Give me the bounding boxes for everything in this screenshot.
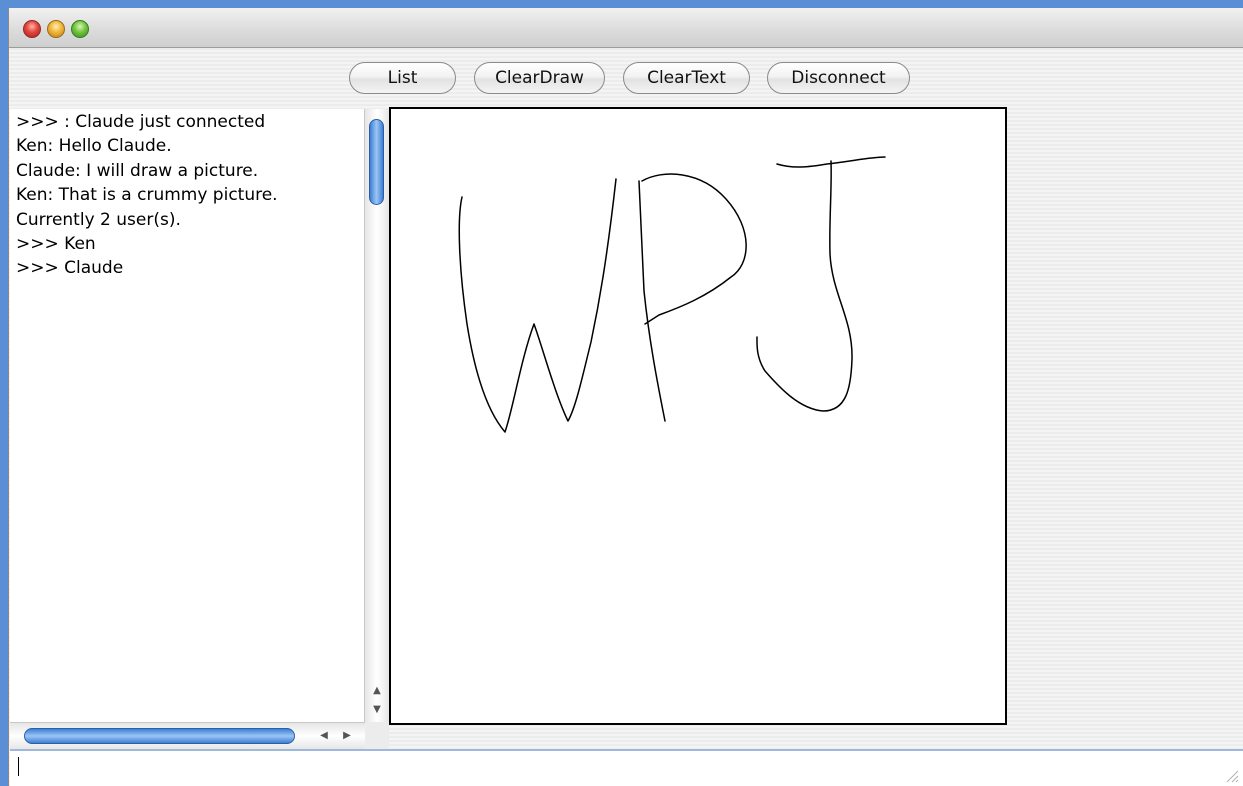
drawing-stroke-j: [756, 156, 886, 412]
freehand-drawing: [458, 156, 886, 433]
disconnect-button[interactable]: Disconnect: [767, 62, 910, 94]
chat-message: >>> Ken: [16, 234, 96, 255]
resize-grip-icon[interactable]: [1223, 767, 1239, 783]
close-window-button[interactable]: [23, 20, 41, 38]
title-bar[interactable]: [9, 8, 1243, 48]
clear-text-button[interactable]: ClearText: [623, 62, 750, 94]
chat-message: Claude: I will draw a picture.: [16, 160, 259, 181]
chat-messages: >>> : Claude just connected Ken: Hello C…: [10, 109, 364, 281]
chat-horizontal-scrollbar[interactable]: ◀ ▶: [10, 722, 365, 749]
scroll-down-arrow-icon[interactable]: ▼: [365, 701, 389, 719]
minimize-window-button[interactable]: [47, 20, 65, 38]
app-window: List ClearDraw ClearText Disconnect >>> …: [8, 8, 1243, 786]
scroll-corner: [365, 722, 389, 749]
vertical-scroll-thumb[interactable]: [369, 119, 384, 205]
chat-message: Ken: That is a crummy picture.: [16, 185, 278, 206]
message-input[interactable]: [10, 749, 1243, 786]
drawing-stroke-w: [458, 178, 617, 433]
zoom-window-button[interactable]: [71, 20, 89, 38]
drawing-stroke-p: [638, 173, 747, 422]
scroll-left-arrow-icon[interactable]: ◀: [315, 727, 333, 745]
chat-message: >>> Claude: [16, 258, 124, 279]
chat-vertical-scrollbar[interactable]: ▲ ▼: [364, 109, 389, 722]
chat-message: Ken: Hello Claude.: [16, 136, 172, 157]
text-caret: [18, 757, 19, 776]
clear-draw-button[interactable]: ClearDraw: [474, 62, 605, 94]
horizontal-scroll-thumb[interactable]: [24, 728, 295, 744]
chat-message: >>> : Claude just connected: [16, 112, 266, 132]
chat-log[interactable]: >>> : Claude just connected Ken: Hello C…: [10, 109, 364, 722]
list-button[interactable]: List: [349, 62, 456, 94]
chat-message: Currently 2 user(s).: [16, 209, 181, 230]
drawing-canvas[interactable]: [389, 107, 1007, 725]
scroll-right-arrow-icon[interactable]: ▶: [338, 727, 356, 745]
scroll-up-arrow-icon[interactable]: ▲: [365, 682, 389, 700]
